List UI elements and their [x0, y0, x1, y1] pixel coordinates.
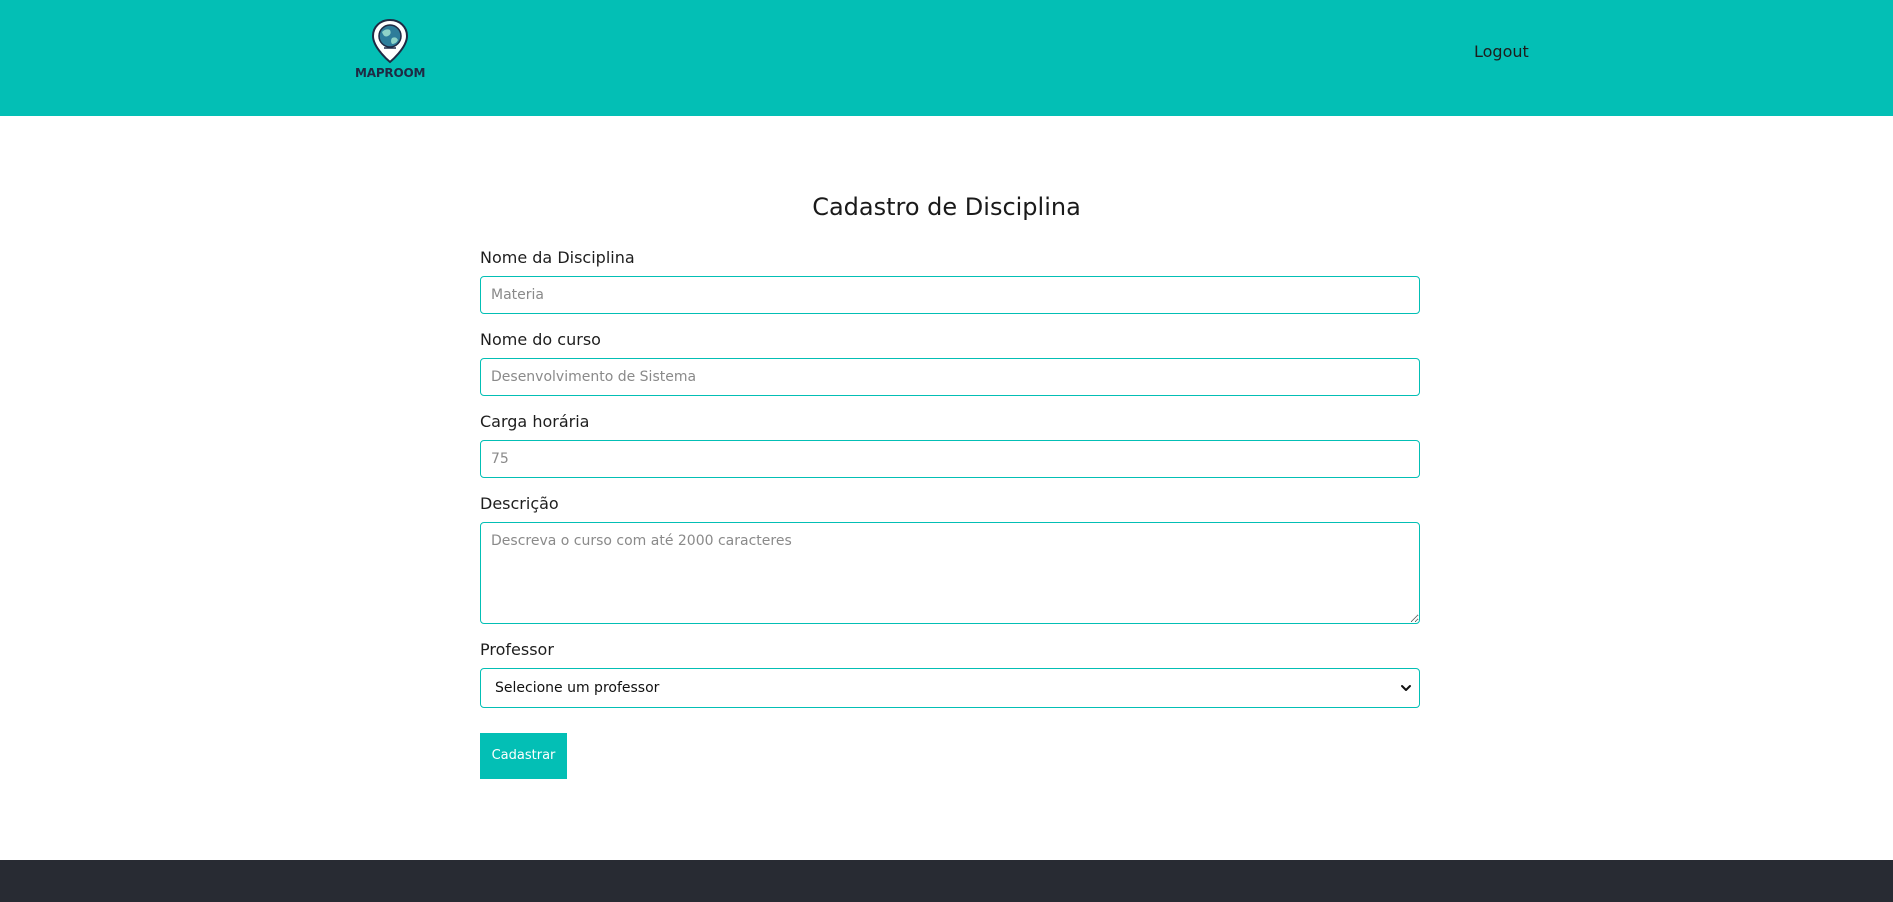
map-pin-globe-icon: [371, 18, 409, 64]
description-label: Descrição: [480, 494, 559, 513]
logout-link[interactable]: Logout: [1474, 42, 1529, 61]
workload-label: Carga horária: [480, 412, 590, 431]
professor-select[interactable]: Selecione um professor: [480, 668, 1420, 708]
chevron-down-icon: [1401, 685, 1411, 691]
professor-select-value: Selecione um professor: [495, 680, 660, 696]
discipline-name-input[interactable]: [480, 276, 1420, 314]
description-textarea[interactable]: [480, 522, 1420, 624]
header: MAPROOM Logout: [0, 0, 1893, 116]
logo-text: MAPROOM: [355, 66, 426, 80]
footer: [0, 860, 1893, 902]
submit-button[interactable]: Cadastrar: [480, 733, 567, 779]
discipline-name-label: Nome da Disciplina: [480, 248, 635, 267]
page-title: Cadastro de Disciplina: [812, 193, 1081, 221]
professor-label: Professor: [480, 640, 554, 659]
course-name-input[interactable]: [480, 358, 1420, 396]
course-name-label: Nome do curso: [480, 330, 601, 349]
workload-input[interactable]: [480, 440, 1420, 478]
maproom-logo[interactable]: MAPROOM: [355, 18, 425, 84]
